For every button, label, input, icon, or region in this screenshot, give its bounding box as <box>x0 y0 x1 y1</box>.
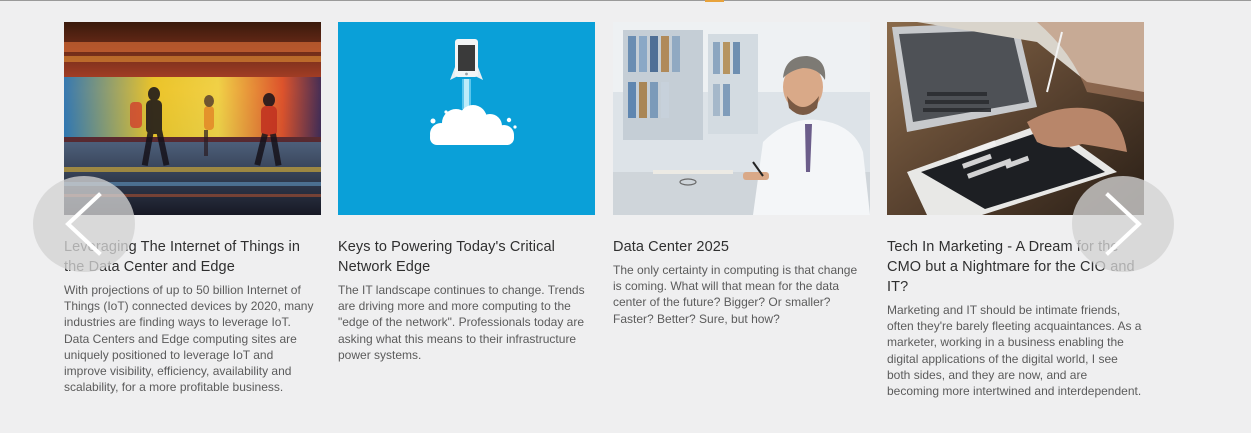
card-image[interactable] <box>338 22 595 215</box>
card-image[interactable] <box>613 22 870 215</box>
card-description: Marketing and IT should be intimate frie… <box>887 303 1142 399</box>
phone-rocket-cloud-illustration <box>338 22 595 215</box>
card-description: The IT landscape continues to change. Tr… <box>338 283 585 362</box>
card-description: The only certainty in computing is that … <box>613 263 858 326</box>
carousel-next-button[interactable] <box>1072 176 1174 272</box>
article-card[interactable]: Keys to Powering Today's Critical Networ… <box>338 22 595 363</box>
card-description: With projections of up to 50 billion Int… <box>64 283 314 395</box>
chevron-right-icon <box>1105 192 1142 256</box>
man-writing-at-desk-photo <box>613 22 870 215</box>
card-title[interactable]: Keys to Powering Today's Critical Networ… <box>338 237 595 277</box>
card-title[interactable]: Data Center 2025 <box>613 237 870 257</box>
carousel-prev-button[interactable] <box>33 176 135 272</box>
article-carousel: Leveraging The Internet of Things in the… <box>0 0 1251 433</box>
article-card[interactable]: Data Center 2025 The only certainty in c… <box>613 22 870 327</box>
chevron-left-icon <box>65 192 102 256</box>
